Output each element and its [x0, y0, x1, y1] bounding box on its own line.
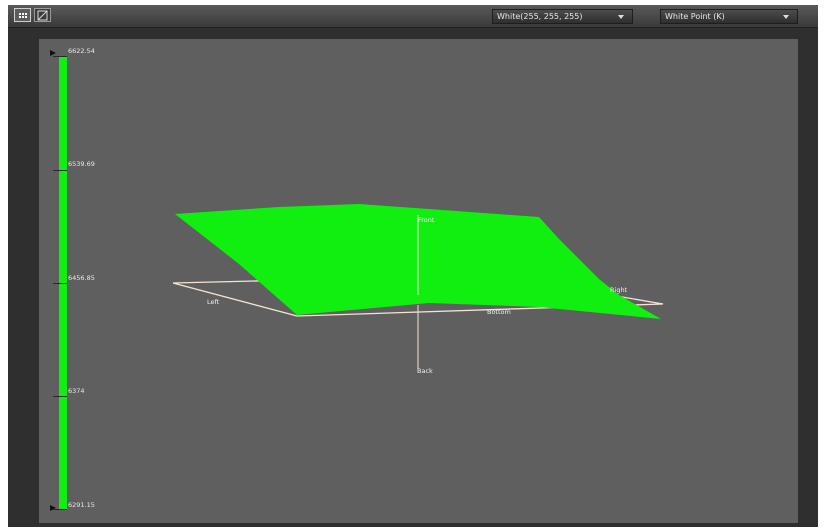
grid-view-button[interactable]	[14, 8, 31, 22]
axis-label-left: Left	[207, 298, 220, 306]
metric-select-value: White Point (K)	[665, 12, 725, 21]
grid-icon	[19, 13, 27, 18]
chevron-down-icon	[618, 15, 624, 19]
axis-label-bottom: Bottom	[487, 308, 511, 316]
curve-graph-icon	[37, 10, 48, 21]
app-window: White(255, 255, 255) White Point (K) 662…	[8, 5, 818, 527]
3d-scene: Front Back Left Right Bottom	[172, 204, 664, 375]
axis-label-front: Front	[418, 216, 435, 224]
axis-label-back: Back	[417, 367, 433, 375]
axis-label-right: Right	[610, 286, 628, 294]
color-select[interactable]: White(255, 255, 255)	[492, 9, 633, 24]
toolbar: White(255, 255, 255) White Point (K)	[8, 5, 818, 28]
chevron-down-icon	[783, 15, 789, 19]
metric-select[interactable]: White Point (K)	[660, 9, 798, 24]
graph-view-button[interactable]	[34, 8, 51, 22]
color-select-value: White(255, 255, 255)	[497, 12, 583, 21]
3d-plot-viewport[interactable]: 6622.54 6539.69 6456.85 6374 6291.15 Fro…	[39, 39, 798, 523]
